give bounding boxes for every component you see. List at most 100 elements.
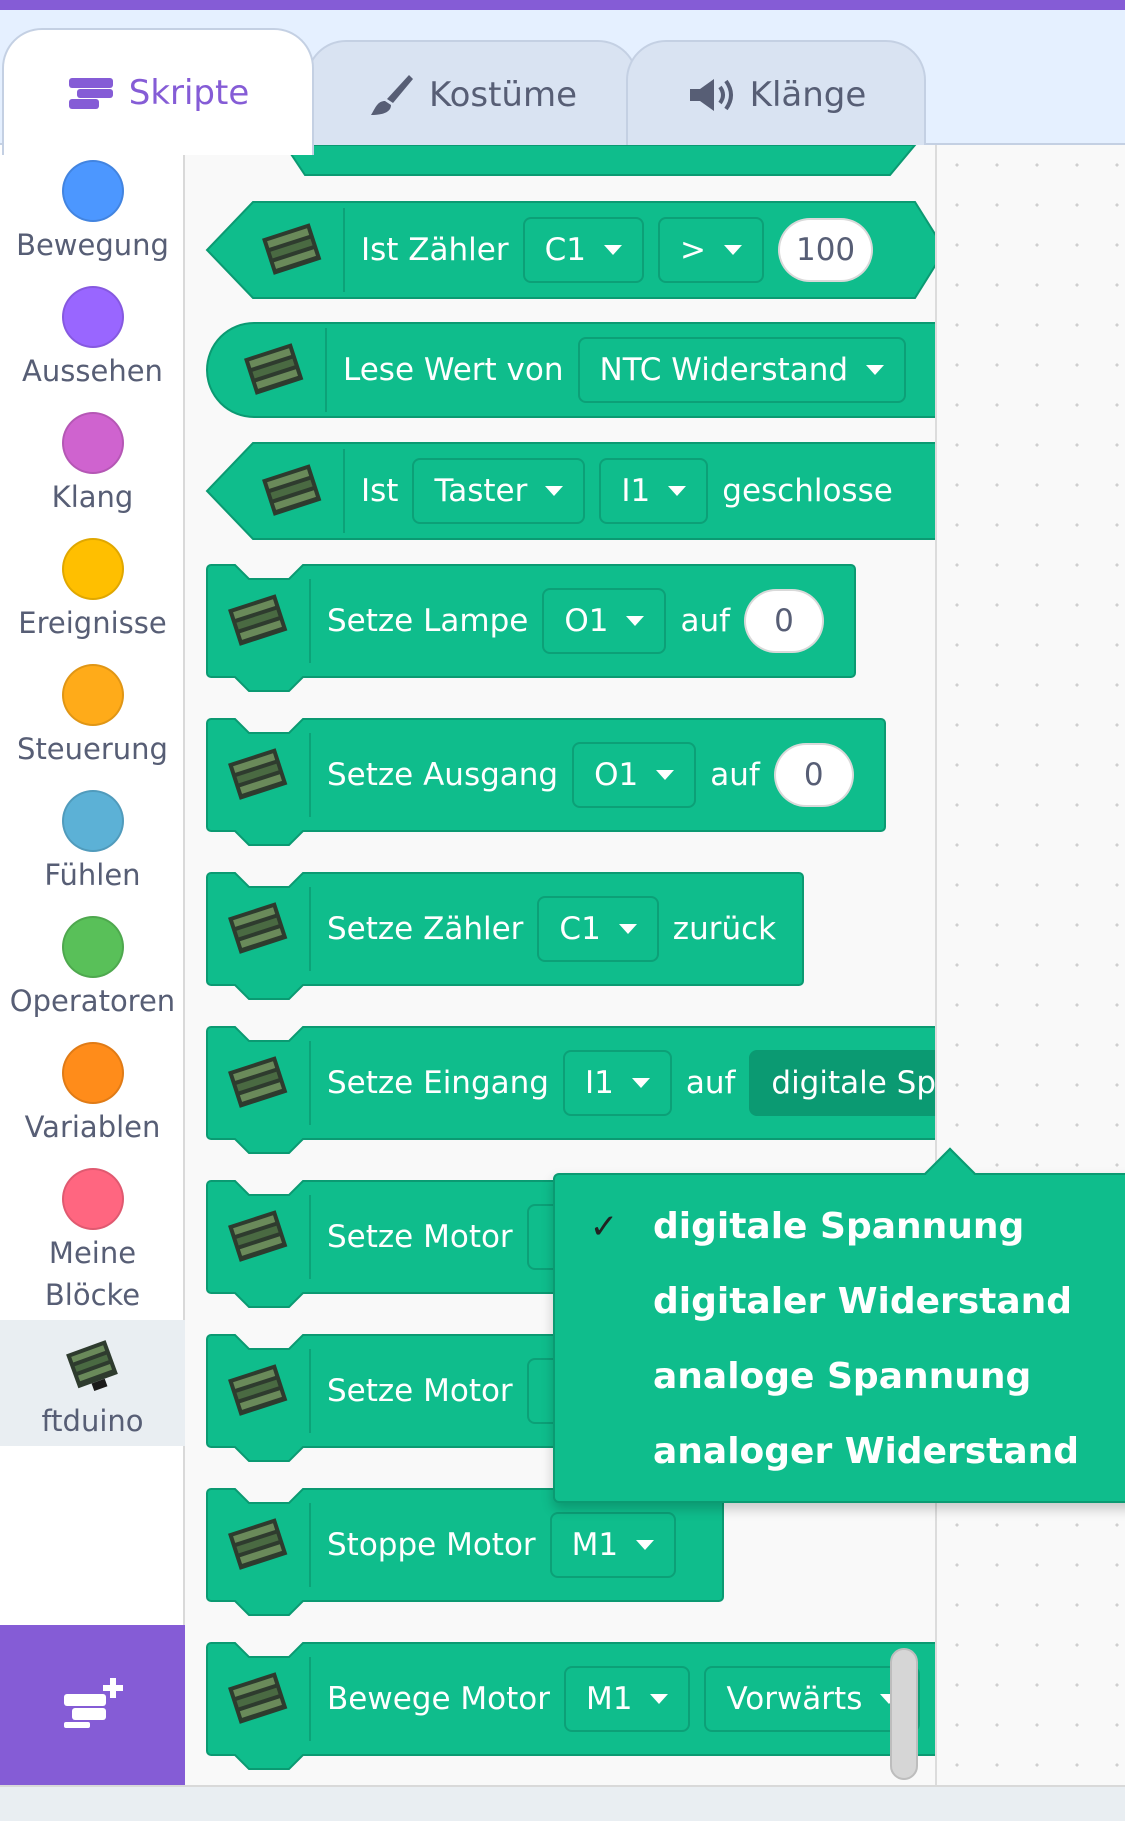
category-motion[interactable]: Bewegung xyxy=(0,160,185,266)
category-label: Aussehen xyxy=(22,354,163,388)
value-input[interactable]: 0 xyxy=(744,589,825,653)
dropdown-value: NTC Widerstand xyxy=(599,352,849,388)
block-label: Setze Zähler xyxy=(327,911,524,947)
dropdown-value: I1 xyxy=(621,473,651,509)
input-dropdown[interactable]: I1 xyxy=(562,1050,672,1116)
tab-costumes[interactable]: Kostüme xyxy=(306,40,638,147)
dropdown-caret-icon xyxy=(650,1694,669,1704)
dropdown-caret-icon xyxy=(626,616,645,626)
block-move-motor[interactable]: Bewege Motor M1 Vorwärts xyxy=(205,1641,935,1773)
category-my-blocks[interactable]: Meine Blöcke xyxy=(0,1168,185,1316)
block-label: auf xyxy=(680,603,731,639)
sensor-type-dropdown[interactable]: Taster xyxy=(412,458,586,524)
category-control[interactable]: Steuerung xyxy=(0,664,185,770)
category-label: Meine Blöcke xyxy=(44,1236,141,1312)
block-set-lamp[interactable]: Setze Lampe O1 auf 0 xyxy=(205,563,857,695)
ftduino-chip-icon xyxy=(219,1665,297,1733)
separator xyxy=(309,1657,311,1741)
block-label: zurück xyxy=(672,911,777,947)
dropdown-value: Vorwärts xyxy=(726,1681,863,1717)
dropdown-caret-icon xyxy=(636,1540,655,1550)
dropdown-caret-icon xyxy=(618,924,637,934)
dropdown-option[interactable]: analoger Widerstand xyxy=(555,1414,1125,1489)
ftduino-chip-icon xyxy=(253,457,331,525)
block-set-input[interactable]: Setze Eingang I1 auf digitale Sp xyxy=(205,1025,935,1157)
ftduino-chip-icon xyxy=(62,1336,124,1398)
category-ftduino[interactable]: ftduino xyxy=(0,1320,185,1446)
category-looks[interactable]: Aussehen xyxy=(0,286,185,392)
category-dot xyxy=(61,286,124,348)
brush-icon xyxy=(367,71,415,119)
motor-dropdown[interactable]: M1 xyxy=(563,1666,691,1732)
dropdown-value: M1 xyxy=(571,1527,619,1563)
dropdown-option[interactable]: ✓ digitale Spannung xyxy=(555,1189,1125,1264)
block-read-value[interactable]: Lese Wert von NTC Widerstand xyxy=(205,321,935,419)
category-label: Bewegung xyxy=(16,228,169,262)
ftduino-chip-icon xyxy=(219,1049,297,1117)
sensor-dropdown[interactable]: NTC Widerstand xyxy=(577,337,907,403)
counter-dropdown[interactable]: C1 xyxy=(537,896,659,962)
option-label: digitale Spannung xyxy=(653,1206,1025,1247)
category-sound[interactable]: Klang xyxy=(0,412,185,518)
ftduino-chip-icon xyxy=(219,1203,297,1271)
ftduino-chip-icon xyxy=(219,1511,297,1579)
category-label: Fühlen xyxy=(44,858,141,892)
dropdown-option[interactable]: analoge Spannung xyxy=(555,1339,1125,1414)
value-input[interactable]: 0 xyxy=(773,743,854,807)
block-is-button[interactable]: Ist Taster I1 geschlosse xyxy=(205,441,935,541)
editor-tabs: Skripte Kostüme Klänge xyxy=(0,10,1125,155)
dropdown-value: Taster xyxy=(434,473,528,509)
separator xyxy=(309,733,311,817)
block-reset-counter[interactable]: Setze Zähler C1 zurück xyxy=(205,871,805,1003)
dropdown-value: O1 xyxy=(564,603,609,639)
add-extension-button[interactable] xyxy=(0,1625,186,1785)
dropdown-caret-icon xyxy=(631,1078,650,1088)
separator xyxy=(343,208,345,292)
ftduino-chip-icon xyxy=(253,216,331,284)
block-label: Ist Zähler xyxy=(361,232,509,268)
bottom-bar xyxy=(0,1785,1125,1821)
block-counter-compare[interactable]: Ist Zähler C1 > 100 xyxy=(205,200,935,300)
category-variables[interactable]: Variablen xyxy=(0,1042,185,1148)
motor-dropdown[interactable]: M1 xyxy=(549,1512,677,1578)
block-label: Setze Lampe xyxy=(327,603,529,639)
value-input[interactable]: 100 xyxy=(777,218,874,282)
category-label: Klang xyxy=(51,480,134,514)
output-dropdown[interactable]: O1 xyxy=(572,742,697,808)
category-events[interactable]: Ereignisse xyxy=(0,538,185,644)
operator-dropdown[interactable]: > xyxy=(658,217,764,283)
block-label: Bewege Motor xyxy=(327,1681,550,1717)
dropdown-caret-icon xyxy=(545,486,564,496)
input-dropdown[interactable]: I1 xyxy=(599,458,709,524)
tab-sounds[interactable]: Klänge xyxy=(626,40,926,147)
dropdown-caret-icon xyxy=(866,365,885,375)
input-mode-dropdown-menu: ✓ digitale Spannung digitaler Widerstand… xyxy=(553,1147,1125,1503)
code-blocks-icon xyxy=(67,75,115,111)
output-dropdown[interactable]: O1 xyxy=(542,588,667,654)
category-dot xyxy=(61,1042,124,1104)
counter-dropdown[interactable]: C1 xyxy=(522,217,644,283)
tab-scripts-label: Skripte xyxy=(128,72,250,113)
category-dot xyxy=(61,538,124,600)
check-icon: ✓ xyxy=(589,1206,619,1247)
category-operators[interactable]: Operatoren xyxy=(0,916,185,1022)
category-dot xyxy=(61,160,124,222)
block-set-output[interactable]: Setze Ausgang O1 auf 0 xyxy=(205,717,887,849)
dropdown-option[interactable]: digitaler Widerstand xyxy=(555,1264,1125,1339)
code-workspace[interactable] xyxy=(935,145,1125,1785)
dropdown-value: > xyxy=(680,232,706,268)
category-dot xyxy=(61,916,124,978)
category-sensing[interactable]: Fühlen xyxy=(0,790,185,896)
direction-dropdown[interactable]: Vorwärts xyxy=(704,1666,921,1732)
dropdown-caret-icon xyxy=(656,770,675,780)
app-root: Skripte Kostüme Klänge Bewegung Aussehen… xyxy=(0,0,1125,1821)
dropdown-value: C1 xyxy=(559,911,601,947)
palette-scrollbar[interactable] xyxy=(890,1648,918,1780)
speaker-icon xyxy=(686,75,736,115)
separator xyxy=(309,1349,311,1433)
block-stop-motor[interactable]: Stoppe Motor M1 xyxy=(205,1487,725,1619)
block-label: auf xyxy=(710,757,760,793)
input-mode-dropdown[interactable]: digitale Sp xyxy=(749,1050,935,1116)
ftduino-chip-icon xyxy=(219,587,297,655)
tab-scripts[interactable]: Skripte xyxy=(2,28,314,155)
